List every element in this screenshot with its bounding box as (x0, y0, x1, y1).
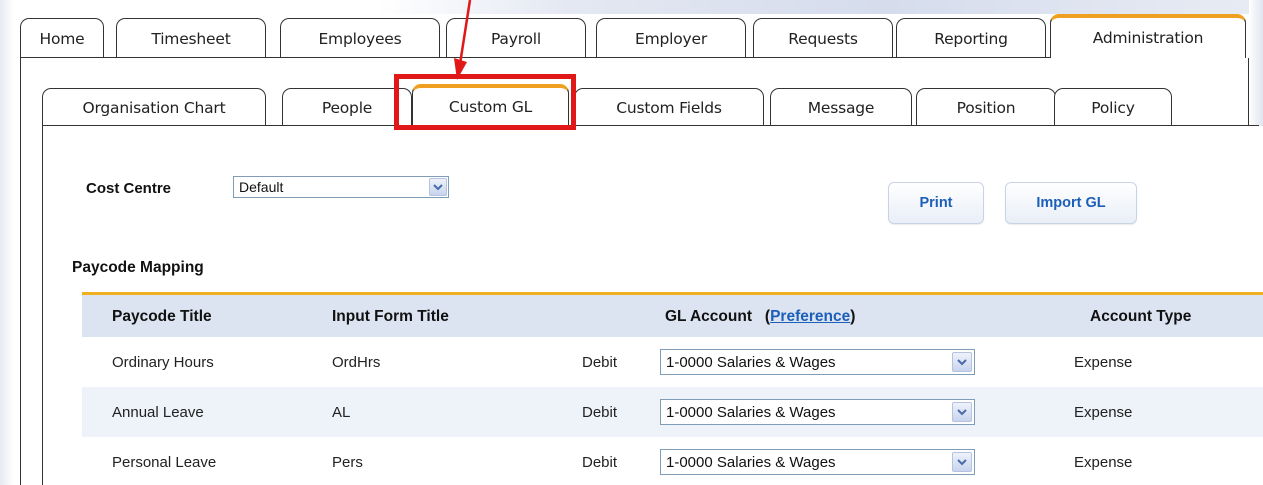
preference-paren: ) (850, 308, 856, 325)
col-account-type: Account Type (1090, 308, 1192, 325)
table-row: Ordinary Hours OrdHrs Debit 1-0000 Salar… (82, 337, 1263, 387)
table-row: Annual Leave AL Debit 1-0000 Salaries & … (82, 387, 1263, 437)
debit-credit-cell: Debit (582, 404, 618, 421)
input-form-cell: Pers (332, 454, 363, 471)
subtab-label: Position (956, 98, 1016, 117)
tab-timesheet[interactable]: Timesheet (116, 18, 266, 58)
tab-label: Payroll (490, 29, 542, 48)
cost-centre-value: Default (239, 179, 284, 195)
paycode-cell: Ordinary Hours (112, 354, 214, 371)
subtab-label: Organisation Chart (82, 98, 226, 117)
main-tab-bar: Home Timesheet Employees Payroll Employe… (20, 14, 1250, 58)
tab-label: Employer (634, 29, 707, 48)
print-button[interactable]: Print (888, 182, 984, 224)
subtab-message[interactable]: Message (770, 88, 912, 126)
chevron-down-icon[interactable] (952, 452, 972, 472)
gl-account-value: 1-0000 Salaries & Wages (666, 453, 836, 471)
tab-home[interactable]: Home (20, 18, 104, 58)
table-header: Paycode Title Input Form Title GL Accoun… (82, 295, 1263, 337)
debit-credit-cell: Debit (582, 354, 618, 371)
account-type-cell: Expense (1074, 454, 1133, 471)
col-gl-account: GL Account (Preference) (665, 308, 855, 326)
tab-label: Timesheet (151, 29, 231, 48)
subtab-label: Policy (1091, 98, 1135, 117)
gl-account-value: 1-0000 Salaries & Wages (666, 403, 836, 421)
preference-link[interactable]: Preference (770, 308, 850, 325)
account-type-cell: Expense (1074, 354, 1133, 371)
gl-account-label: GL Account (665, 308, 752, 325)
chevron-down-icon[interactable] (429, 178, 447, 196)
chevron-down-icon[interactable] (952, 402, 972, 422)
highlight-box (394, 74, 576, 130)
input-form-cell: OrdHrs (332, 354, 381, 371)
gl-account-value: 1-0000 Salaries & Wages (666, 353, 836, 371)
subtab-custom-fields[interactable]: Custom Fields (574, 88, 764, 126)
subtab-label: Message (807, 98, 875, 117)
tab-employer[interactable]: Employer (596, 18, 746, 58)
subtab-label: Custom Fields (616, 98, 722, 117)
chevron-down-icon[interactable] (952, 352, 972, 372)
tab-employees[interactable]: Employees (280, 18, 440, 58)
subtab-label: People (321, 98, 373, 117)
debit-credit-cell: Debit (582, 454, 618, 471)
import-gl-button[interactable]: Import GL (1005, 182, 1137, 224)
gl-account-select[interactable]: 1-0000 Salaries & Wages (660, 349, 975, 375)
tab-label: Administration (1092, 29, 1204, 47)
tab-administration[interactable]: Administration (1050, 14, 1246, 58)
tab-label: Requests (788, 29, 858, 48)
subtab-organisation-chart[interactable]: Organisation Chart (42, 88, 266, 126)
subtab-policy[interactable]: Policy (1054, 88, 1172, 126)
cost-centre-select[interactable]: Default (233, 176, 449, 198)
tab-requests[interactable]: Requests (753, 18, 893, 58)
col-input-form-title: Input Form Title (332, 308, 449, 325)
tab-label: Home (39, 29, 85, 48)
gl-account-select[interactable]: 1-0000 Salaries & Wages (660, 399, 975, 425)
cost-centre-label: Cost Centre (86, 180, 172, 197)
tab-reporting[interactable]: Reporting (896, 18, 1046, 58)
tab-label: Employees (318, 29, 402, 48)
subtab-people[interactable]: People (282, 88, 412, 126)
subtab-position[interactable]: Position (916, 88, 1056, 126)
tab-label: Reporting (934, 29, 1008, 48)
gl-account-select[interactable]: 1-0000 Salaries & Wages (660, 449, 975, 475)
account-type-cell: Expense (1074, 404, 1133, 421)
paycode-cell: Annual Leave (112, 404, 204, 421)
table-row: Personal Leave Pers Debit 1-0000 Salarie… (82, 437, 1263, 485)
annotation-arrow-icon (454, 0, 472, 80)
window-left-edge (0, 0, 14, 485)
sub-tab-bar: Organisation Chart People Custom GL Cust… (42, 84, 1222, 126)
col-paycode-title: Paycode Title (112, 308, 212, 325)
window-top-band (0, 0, 1263, 14)
paycode-cell: Personal Leave (112, 454, 217, 471)
paycode-mapping-title: Paycode Mapping (72, 259, 204, 276)
input-form-cell: AL (332, 404, 351, 421)
